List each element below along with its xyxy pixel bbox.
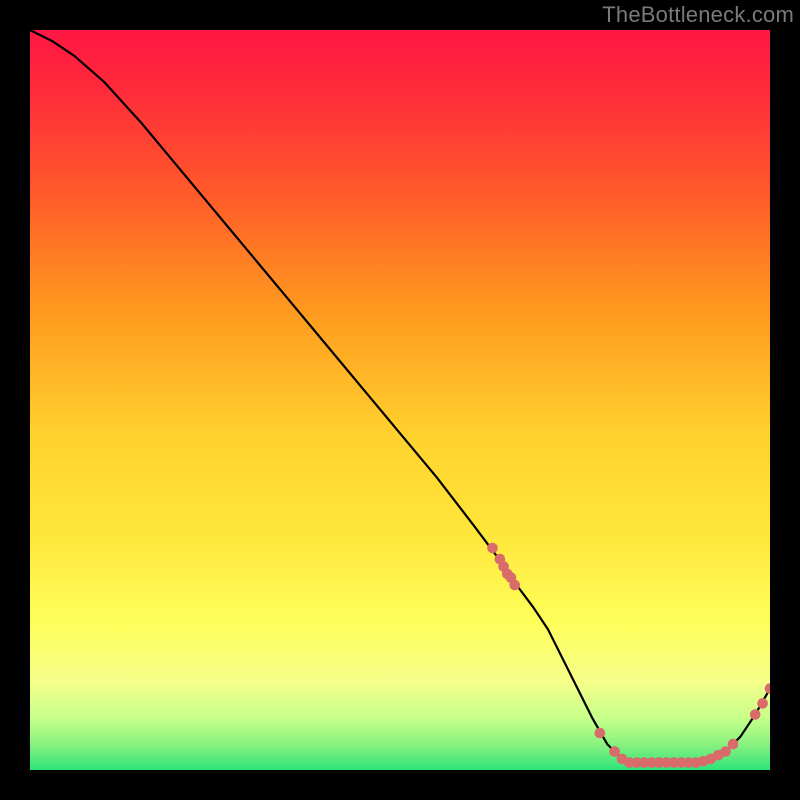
data-point — [757, 698, 768, 709]
data-point — [750, 709, 761, 720]
data-point — [509, 580, 520, 591]
chart-frame: TheBottleneck.com — [0, 0, 800, 800]
data-point — [595, 728, 606, 739]
chart-svg — [30, 30, 770, 770]
plot-area — [30, 30, 770, 770]
watermark-text: TheBottleneck.com — [602, 2, 794, 28]
data-point — [728, 739, 739, 750]
data-point — [487, 543, 498, 554]
gradient-background — [30, 30, 770, 770]
